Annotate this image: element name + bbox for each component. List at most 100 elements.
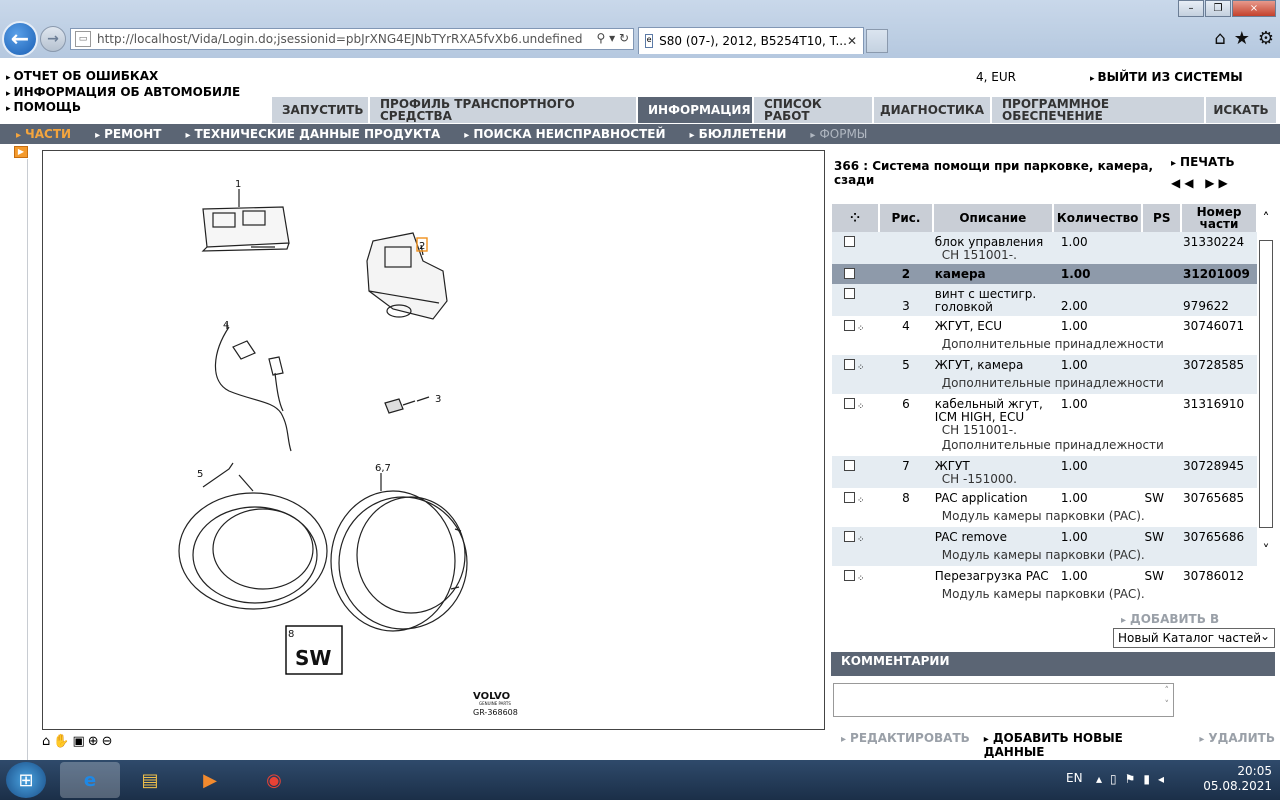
row-ps — [1142, 394, 1181, 439]
row-desc-cell: ЖГУТ CH -151000. — [933, 456, 1053, 488]
taskbar-chrome-icon[interactable]: ◉ — [244, 762, 304, 798]
language-indicator[interactable]: EN — [1066, 771, 1083, 785]
tray-icons[interactable]: ▴▯⚑▮◂ — [1096, 772, 1172, 786]
table-row[interactable]: 3 винт с шестигр. головкой 2.00 979622 — [832, 284, 1257, 316]
tab-information[interactable]: ИНФОРМАЦИЯ — [638, 97, 754, 123]
logout-link[interactable]: ВЫЙТИ ИЗ СИСТЕМЫ — [1090, 70, 1243, 84]
settings-gear-icon[interactable]: ⚙ — [1258, 28, 1274, 49]
add-comment-link[interactable]: ДОБАВИТЬ НОВЫЕ ДАННЫЕ — [984, 731, 1186, 759]
taskbar-ie-icon[interactable]: e — [60, 762, 120, 798]
comment-input[interactable]: ˄ ˅ — [833, 683, 1174, 717]
table-row[interactable]: ⁘ 5 ЖГУТ, камера 1.00 30728585 — [832, 355, 1257, 377]
row-part-number: 30765686 — [1183, 530, 1245, 544]
col-qty[interactable]: Количество — [1052, 204, 1144, 232]
scroll-up-icon[interactable]: ˄ — [1258, 212, 1274, 226]
row-checkbox[interactable] — [844, 398, 855, 409]
browser-tab[interactable]: e S80 (07-), 2012, B5254T10, T... ✕ — [638, 27, 864, 54]
catalog-select[interactable]: Новый Каталог частей ⌄ — [1113, 628, 1275, 648]
start-button[interactable]: ⊞ — [6, 762, 46, 798]
expand-panel-icon[interactable]: ▶ — [14, 146, 28, 158]
taskbar: ⊞ e ▤ ▶ ◉ EN ▴▯⚑▮◂ 20:05 05.08.2021 — [0, 760, 1280, 800]
row-checkbox[interactable] — [844, 320, 855, 331]
row-checkbox[interactable] — [844, 268, 855, 279]
row-menu-icon[interactable]: ⁘ — [857, 324, 865, 334]
table-row[interactable]: 7 ЖГУТ CH -151000. 1.00 30728945 — [832, 456, 1257, 488]
close-window-button[interactable]: × — [1232, 0, 1276, 17]
row-checkbox[interactable] — [844, 460, 855, 471]
clock[interactable]: 20:05 05.08.2021 — [1203, 764, 1272, 794]
table-row[interactable]: ⁘ 4 ЖГУТ, ECU 1.00 30746071 — [832, 316, 1257, 338]
header-link-help[interactable]: ПОМОЩЬ — [6, 100, 240, 117]
subnav-forms[interactable]: ФОРМЫ — [798, 127, 879, 141]
col-ps[interactable]: PS — [1142, 204, 1183, 232]
tab-work-list[interactable]: СПИСОК РАБОТ — [754, 97, 874, 123]
scroll-thumb[interactable] — [1259, 240, 1273, 528]
header-link-error-report[interactable]: ОТЧЕТ ОБ ОШИБКАХ — [6, 69, 240, 86]
next-diagram-icon[interactable]: ▶▶ — [1205, 176, 1231, 190]
tab-close-icon[interactable]: ✕ — [847, 34, 857, 48]
tab-software[interactable]: ПРОГРАММНОЕ ОБЕСПЕЧЕНИЕ — [992, 97, 1206, 123]
home-view-icon[interactable]: ⌂ — [42, 734, 50, 749]
subnav-bulletins[interactable]: БЮЛЛЕТЕНИ — [678, 127, 799, 141]
col-part[interactable]: Номер части — [1181, 204, 1258, 232]
edit-comment-link[interactable]: РЕДАКТИРОВАТЬ — [841, 731, 970, 759]
table-row[interactable]: ⁘ PAC remove 1.00 SW 30765686 — [832, 527, 1257, 549]
subnav-repair[interactable]: РЕМОНТ — [83, 127, 173, 141]
favorites-star-icon[interactable]: ★ — [1234, 28, 1250, 49]
row-checkbox[interactable] — [844, 359, 855, 370]
tab-search[interactable]: ИСКАТЬ — [1206, 97, 1278, 123]
row-menu-icon[interactable]: ⁘ — [857, 535, 865, 545]
row-menu-icon[interactable]: ⁘ — [857, 402, 865, 412]
table-row[interactable]: блок управления CH 151001-. 1.00 31330224 — [832, 232, 1257, 264]
callout-2: 2 — [419, 241, 425, 252]
tab-start[interactable]: ЗАПУСТИТЬ — [272, 97, 370, 123]
row-checkbox[interactable] — [844, 570, 855, 581]
row-menu-icon[interactable]: ⁘ — [857, 574, 865, 584]
table-row-note: Модуль камеры парковки (PAC). — [832, 588, 1257, 605]
delete-comment-link[interactable]: УДАЛИТЬ — [1199, 731, 1275, 759]
search-refresh-icons[interactable]: ⚲ ▾ ↻ — [597, 31, 630, 45]
row-menu-icon[interactable]: ⁘ — [857, 363, 865, 373]
tab-vehicle-profile[interactable]: ПРОФИЛЬ ТРАНСПОРТНОГО СРЕДСТВА — [370, 97, 638, 123]
taskbar-explorer-icon[interactable]: ▤ — [120, 762, 180, 798]
maximize-button[interactable]: ❐ — [1205, 0, 1231, 17]
row-menu-icon[interactable]: ⁘ — [857, 496, 865, 506]
row-note: Дополнительные принадлежности — [941, 337, 1164, 351]
minimize-button[interactable]: – — [1178, 0, 1204, 17]
comment-scroll-icon[interactable]: ˄ ˅ — [1165, 684, 1170, 712]
tab-diagnostics[interactable]: ДИАГНОСТИКА — [874, 97, 992, 123]
subnav-tech-data[interactable]: ТЕХНИЧЕСКИЕ ДАННЫЕ ПРОДУКТА — [173, 127, 452, 141]
row-desc-cell: PAC remove — [933, 527, 1053, 549]
zoom-in-icon[interactable]: ⊕ — [88, 734, 99, 749]
row-checkbox[interactable] — [844, 531, 855, 542]
table-row[interactable]: ⁘ 8 PAC application 1.00 SW 30765685 — [832, 488, 1257, 510]
subnav-troubleshooting[interactable]: ПОИСКА НЕИСПРАВНОСТЕЙ — [452, 127, 677, 141]
table-row-note: Дополнительные принадлежности — [832, 439, 1257, 456]
table-row[interactable]: ⁘ 6 кабельный жгут, ICM HIGH, ECU CH 151001… — [832, 394, 1257, 439]
pan-hand-icon[interactable]: ✋ — [53, 734, 69, 749]
new-tab-button[interactable] — [866, 29, 888, 53]
zoom-out-icon[interactable]: ⊖ — [102, 734, 113, 749]
parts-diagram[interactable]: 1 2 3 4 5 6,7 8 SW VOLVO GENUINE PARTS G… — [42, 150, 825, 730]
row-checkbox[interactable] — [844, 492, 855, 503]
row-checkbox[interactable] — [844, 288, 855, 299]
print-link[interactable]: ПЕЧАТЬ — [1171, 155, 1235, 169]
back-button[interactable]: ← — [2, 21, 38, 57]
taskbar-media-icon[interactable]: ▶ — [180, 762, 240, 798]
parts-scrollbar[interactable]: ˄ ˅ — [1258, 212, 1274, 602]
scroll-down-icon[interactable]: ˅ — [1258, 544, 1274, 558]
table-row[interactable]: 2 камера 1.00 31201009 — [832, 264, 1257, 284]
prev-diagram-icon[interactable]: ◀◀ — [1171, 176, 1197, 190]
row-checkbox[interactable] — [844, 236, 855, 247]
row-desc-cell: винт с шестигр. головкой — [933, 284, 1053, 316]
home-icon[interactable]: ⌂ — [1214, 28, 1225, 49]
fit-view-icon[interactable]: ▣ — [72, 734, 84, 749]
col-fig[interactable]: Рис. — [879, 204, 934, 232]
col-menu[interactable]: ⁘ — [832, 204, 881, 232]
address-bar[interactable]: ▭ http://localhost/Vida/Login.do;jsessio… — [70, 28, 634, 50]
col-desc[interactable]: Описание — [932, 204, 1054, 232]
forward-button[interactable]: → — [40, 26, 66, 52]
subnav-parts[interactable]: ЧАСТИ — [0, 127, 83, 141]
header-link-vehicle-info[interactable]: ИНФОРМАЦИЯ ОБ АВТОМОБИЛЕ — [6, 85, 241, 102]
table-row[interactable]: ⁘ Перезагрузка PAC 1.00 SW 30786012 — [832, 566, 1257, 588]
